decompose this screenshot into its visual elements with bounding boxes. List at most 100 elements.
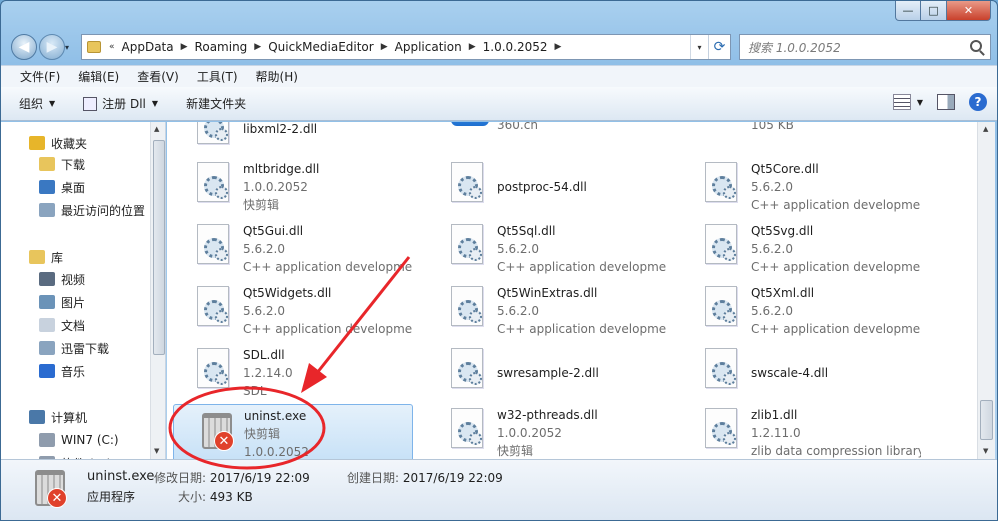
sidebar-item-label: 迅雷下载 [61,341,110,356]
address-bar[interactable]: « AppData ▶ Roaming ▶ QuickMediaEditor ▶… [81,34,731,60]
recent-places-icon [39,203,55,217]
file-name: uninst.exe [244,409,307,423]
file-name: Qt5Core.dll [751,162,819,176]
file-detail: C++ application development ... [243,260,413,274]
breadcrumb-overflow[interactable]: « [105,42,119,52]
file-item[interactable]: zlib1.dll 1.2.11.0 zlib data compression l… [681,404,921,459]
dll-icon [705,224,743,268]
dll-icon [705,162,743,206]
file-item[interactable]: Qt5Core.dll 5.6.2.0 C++ application develo… [681,158,921,216]
forward-button[interactable]: ▶ [39,34,65,60]
menu-file[interactable]: 文件(F) [11,68,69,85]
scroll-down-icon[interactable]: ▼ [154,447,159,455]
sidebar-item[interactable]: 下载 [39,153,85,175]
back-arrow-icon: ◀ [18,39,30,55]
sidebar-item[interactable]: 库 [29,246,63,268]
file-item[interactable]: Qt5WinExtras.dll 5.6.2.0 C++ application d… [427,282,667,340]
dll-icon [197,286,235,330]
gear-icon [451,224,483,264]
file-list-scrollbar[interactable]: ▲ ▼ [977,122,995,459]
scroll-up-icon[interactable]: ▲ [983,125,988,133]
sidebar-item[interactable]: 迅雷下载 [39,337,109,359]
chevron-right-icon[interactable]: ▶ [465,42,480,52]
chevron-right-icon[interactable]: ▶ [551,42,566,52]
file-list-scroll-thumb[interactable] [980,400,993,440]
file-item[interactable]: w32-pthreads.dll 1.0.0.2052 快剪辑 [427,404,667,459]
sidebar-item[interactable]: 桌面 [39,176,85,198]
gear-icon [197,162,229,202]
breadcrumb-quickmediaeditor[interactable]: QuickMediaEditor [265,40,377,54]
file-item[interactable]: mltbridge.dll 1.0.0.2052 快剪辑 [173,158,413,216]
chevron-right-icon[interactable]: ▶ [177,42,192,52]
file-item[interactable]: postproc-54.dll [427,158,667,216]
recent-pages-dropdown[interactable]: ▾ [65,43,69,52]
breadcrumb-roaming[interactable]: Roaming [192,40,251,54]
menu-view[interactable]: 查看(V) [128,68,188,85]
menu-tools[interactable]: 工具(T) [188,68,247,85]
breadcrumb-appdata[interactable]: AppData [119,40,177,54]
menu-help[interactable]: 帮助(H) [247,68,307,85]
file-item[interactable]: Qt5Xml.dll 5.6.2.0 C++ application develop… [681,282,921,340]
gear-icon [197,286,229,326]
scroll-down-icon[interactable]: ▼ [983,447,988,455]
gear-icon [451,408,483,448]
file-item[interactable]: 快剪辑360.cn [427,122,667,158]
breadcrumb-version[interactable]: 1.0.0.2052 [480,40,551,54]
search-input[interactable]: 搜索 1.0.0.2052 [739,34,991,60]
nav-scroll-thumb[interactable] [153,140,165,355]
chevron-right-icon[interactable]: ▶ [377,42,392,52]
breadcrumb-application[interactable]: Application [392,40,465,54]
sidebar-item[interactable]: 视频 [39,268,85,290]
file-item[interactable]: swresample-2.dll [427,344,667,402]
file-item[interactable]: swscale-4.dll [681,344,921,402]
refresh-icon[interactable]: ⟳ [708,35,730,59]
file-name: Qt5Gui.dll [243,224,304,238]
file-item[interactable]: Qt5Widgets.dll 5.6.2.0 C++ application dev… [173,282,413,340]
file-item[interactable]: ✕ uninst.exe 快剪辑 1.0.0.2052 [173,404,413,459]
maximize-button[interactable]: □ [921,1,947,21]
search-icon[interactable] [970,40,982,52]
preview-pane-icon[interactable] [937,94,955,110]
file-detail: C++ application development ... [497,260,667,274]
file-item[interactable]: SDL.dll 1.2.14.0 SDL [173,344,413,402]
sidebar-item[interactable]: 文档 [39,314,85,336]
register-dll-button[interactable]: 注册 Dll ▼ [83,95,158,112]
back-button[interactable]: ◀ [11,34,37,60]
file-item[interactable]: Qt5Svg.dll 5.6.2.0 C++ application develop… [681,220,921,278]
gear-icon [705,162,737,202]
chevron-right-icon[interactable]: ▶ [250,42,265,52]
dll-register-icon [83,96,98,111]
file-detail: 5.6.2.0 [243,242,285,256]
gear-icon [705,348,737,388]
folder-icon [87,41,101,53]
sidebar-item[interactable]: 图片 [39,291,85,313]
nav-scrollbar[interactable]: ▲ ▼ [150,122,165,459]
organize-button[interactable]: 组织 ▼ [19,95,55,112]
sidebar-item[interactable]: 软件 (D:) [39,452,111,459]
sidebar-item[interactable]: WIN7 (C:) [39,429,119,451]
sidebar-item[interactable]: 计算机 [29,406,87,428]
view-dropdown-icon[interactable]: ▼ [917,98,923,107]
file-detail: 1.0.0.2052 [497,426,562,440]
menu-edit[interactable]: 编辑(E) [69,68,128,85]
close-button[interactable]: ✕ [947,1,991,21]
file-name: swresample-2.dll [497,366,599,380]
documents-icon [39,318,55,332]
file-detail: 快剪辑 [243,198,280,212]
help-icon[interactable]: ? [969,93,987,111]
address-dropdown-icon[interactable]: ▾ [690,35,708,59]
scroll-up-icon[interactable]: ▲ [154,125,159,133]
file-detail: 快剪辑 [244,427,281,441]
details-type: 应用程序 [87,490,136,504]
register-dll-label: 注册 Dll [102,97,146,111]
minimize-button[interactable]: — [895,1,921,21]
sidebar-item[interactable]: 收藏夹 [29,132,87,154]
change-view-icon[interactable] [892,94,911,110]
sidebar-item[interactable]: 最近访问的位置 [39,199,145,221]
file-item[interactable]: 2017/6/19 22:08105 KB [681,122,921,158]
file-item[interactable]: Qt5Sql.dll 5.6.2.0 C++ application develop… [427,220,667,278]
new-folder-button[interactable]: 新建文件夹 [186,95,246,112]
file-item[interactable]: libxml2-2.dll [173,122,413,158]
sidebar-item[interactable]: 音乐 [39,360,85,382]
file-item[interactable]: Qt5Gui.dll 5.6.2.0 C++ application develop… [173,220,413,278]
